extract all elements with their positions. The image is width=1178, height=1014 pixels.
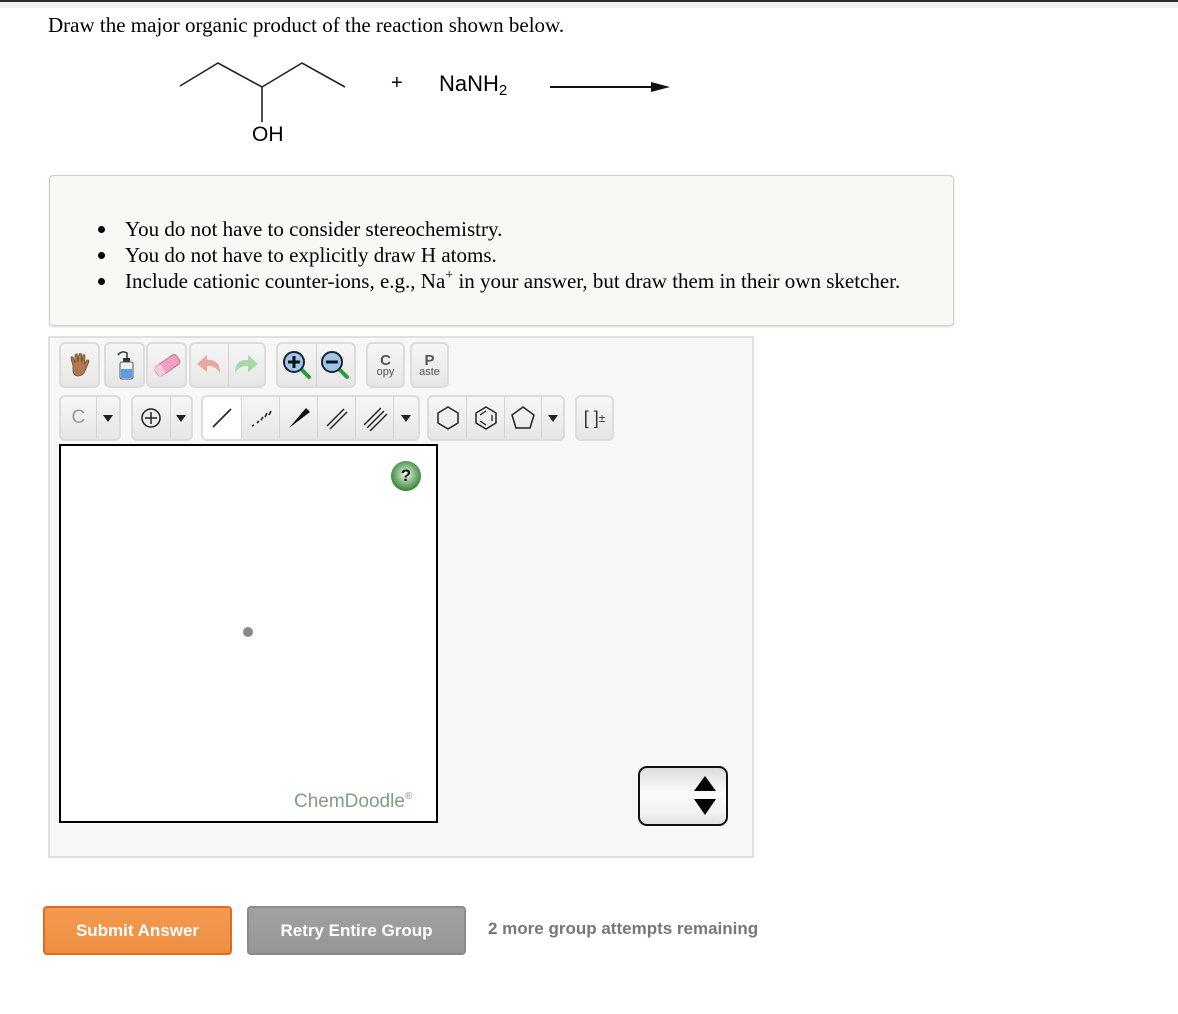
reagent-subscript: 2 <box>498 82 508 99</box>
hand-tool-button[interactable] <box>59 342 100 388</box>
submit-answer-button[interactable]: Submit Answer <box>43 906 232 955</box>
redo-button[interactable] <box>227 344 264 386</box>
undo-button[interactable] <box>191 344 228 386</box>
triple-bond-button[interactable] <box>355 397 393 439</box>
bullet-icon <box>98 226 105 233</box>
retry-entire-group-button[interactable]: Retry Entire Group <box>247 906 466 955</box>
chevron-down-icon <box>175 414 186 422</box>
zoom-in-button[interactable] <box>278 344 316 386</box>
undo-redo-group <box>189 342 266 388</box>
wedge-bond-icon <box>288 408 310 428</box>
carbon-chain <box>179 62 346 88</box>
reagent-label: NaNH2 <box>439 71 508 99</box>
canvas-cursor-dot <box>243 627 253 637</box>
bond-dropdown-button[interactable] <box>393 397 418 439</box>
atom-label-group: C <box>59 395 121 441</box>
atom-dropdown-button[interactable] <box>95 397 119 439</box>
reagent-main: NaNH <box>439 71 499 96</box>
hand-icon <box>70 352 89 377</box>
instruction-item: You do not have to consider stereochemis… <box>98 216 900 242</box>
attempts-remaining-text: 2 more group attempts remaining <box>488 919 759 938</box>
instruction-text: You do not have to consider stereochemis… <box>125 217 503 241</box>
triple-bond-icon <box>362 407 388 431</box>
charge-dropdown-button[interactable] <box>169 397 191 439</box>
copy-button[interactable]: Copy <box>366 342 405 388</box>
plus-sign: + <box>391 72 403 94</box>
zoom-group <box>276 342 356 388</box>
arrow-down-icon[interactable] <box>694 799 716 815</box>
instruction-text: You do not have to explicitly draw H ato… <box>125 243 497 267</box>
wedge-bond-button[interactable] <box>279 397 317 439</box>
eraser-icon <box>153 354 180 377</box>
bracket-charge-button[interactable]: [ ] ± <box>575 395 614 441</box>
chevron-down-icon <box>547 414 558 422</box>
undo-arrow-icon <box>197 355 221 373</box>
benzene-icon <box>474 406 497 430</box>
sketcher-scroll-control[interactable] <box>638 766 728 826</box>
hydroxyl-label: OH <box>252 123 284 146</box>
benzene-button[interactable] <box>466 397 503 439</box>
zoom-out-icon <box>321 351 350 379</box>
chevron-down-icon <box>401 414 411 422</box>
instruction-text: Include cationic counter-ions, e.g., Na <box>125 269 446 293</box>
double-bond-icon <box>325 408 348 430</box>
zoom-out-button[interactable] <box>315 344 354 386</box>
chemdoodle-brand: ChemDoodle® <box>294 791 412 813</box>
bullet-icon <box>98 278 105 285</box>
help-icon[interactable]: ? <box>391 461 421 491</box>
brand-text: ChemDoodle <box>294 791 405 812</box>
arrow-up-icon[interactable] <box>694 776 716 791</box>
bracket-charge-icon: ± <box>598 411 606 425</box>
dashed-bond-icon <box>251 410 272 427</box>
clear-button[interactable] <box>104 342 145 388</box>
redo-arrow-icon <box>235 355 259 373</box>
paste-button[interactable]: Paste <box>410 342 449 388</box>
top-bar-strip <box>0 2 1178 8</box>
instructions-list: You do not have to consider stereochemis… <box>98 216 900 294</box>
bullet-icon <box>98 252 105 259</box>
cyclohexane-button[interactable] <box>429 397 466 439</box>
instruction-text-cont: in your answer, but draw them in their o… <box>453 269 901 293</box>
copy-label: Copy <box>376 351 395 378</box>
ring-tools-group <box>427 395 565 441</box>
instruction-item: You do not have to explicitly draw H ato… <box>98 242 900 268</box>
registered-mark: ® <box>404 791 413 802</box>
zoom-in-icon <box>282 351 311 379</box>
bond-tools-group <box>201 395 420 441</box>
instruction-item: Include cationic counter-ions, e.g., Na+… <box>98 268 900 294</box>
cyclohexane-icon <box>436 406 459 430</box>
cyclopentane-button[interactable] <box>503 397 541 439</box>
reactant-structure <box>179 62 346 122</box>
charge-plus-icon <box>141 408 162 428</box>
atom-carbon-button[interactable]: C <box>61 397 96 439</box>
single-bond-icon <box>212 408 232 428</box>
single-bond-button[interactable] <box>203 397 241 439</box>
charge-group <box>131 395 193 441</box>
charge-button[interactable] <box>133 397 170 439</box>
cyclopentane-icon <box>511 406 535 429</box>
chevron-down-icon <box>102 414 113 422</box>
double-bond-button[interactable] <box>317 397 355 439</box>
reaction-arrow-icon <box>550 82 670 92</box>
paste-label: Paste <box>419 351 440 378</box>
ring-dropdown-button[interactable] <box>541 397 563 439</box>
eraser-button[interactable] <box>146 342 187 388</box>
instructions-box: You do not have to consider stereochemis… <box>49 175 954 326</box>
question-prompt: Draw the major organic product of the re… <box>48 13 565 37</box>
bracket-icon: [ ] <box>583 407 599 428</box>
dashed-bond-button[interactable] <box>241 397 279 439</box>
wash-bottle-icon <box>116 351 133 380</box>
